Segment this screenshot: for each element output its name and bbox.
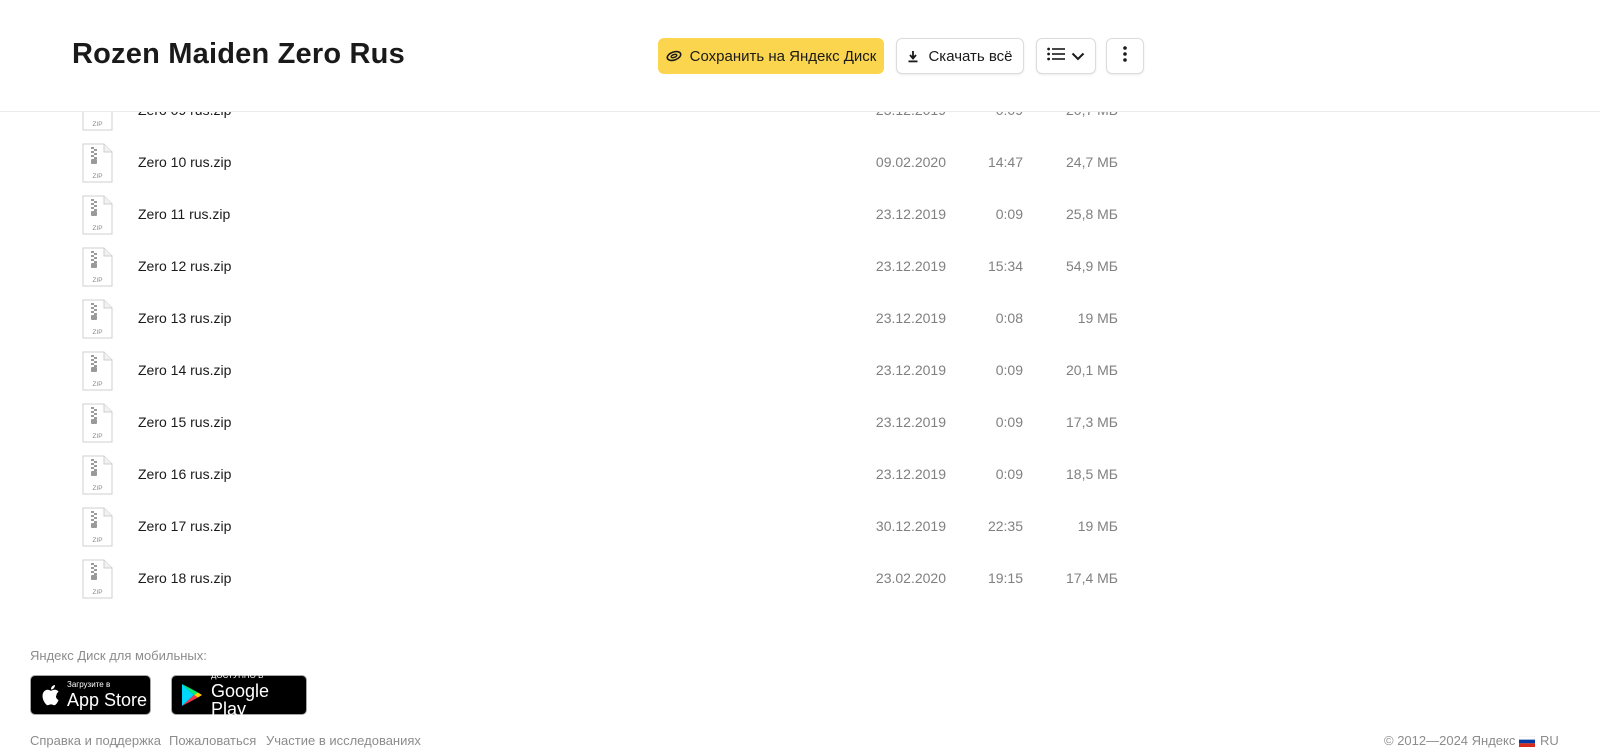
file-row[interactable]: ZIP Zero 16 rus.zip 23.12.2019 0:09 18,5…: [72, 448, 1144, 500]
save-button-label: Сохранить на Яндекс Диск: [689, 47, 877, 65]
zip-file-icon: ZIP: [82, 247, 113, 287]
zip-icon-label: ZIP: [92, 485, 103, 492]
download-button-label: Скачать всё: [928, 47, 1013, 65]
file-date: 23.12.2019: [875, 206, 946, 222]
file-time: 19:15: [987, 570, 1023, 586]
zip-icon-label: ZIP: [92, 225, 103, 232]
file-time: 0:09: [995, 362, 1023, 378]
file-name: Zero 11 rus.zip: [138, 206, 231, 222]
mobile-apps-label: Яндекс Диск для мобильных:: [30, 648, 207, 663]
file-date: 23.12.2019: [875, 310, 946, 326]
download-all-button[interactable]: Скачать всё: [896, 38, 1024, 74]
file-name: Zero 14 rus.zip: [138, 362, 232, 378]
file-date: 30.12.2019: [875, 518, 946, 534]
file-row[interactable]: ZIP Zero 12 rus.zip 23.12.2019 15:34 54,…: [72, 240, 1144, 292]
page-header: Rozen Maiden Zero Rus Сохранить на Яндек…: [0, 0, 1600, 112]
zip-icon-label: ZIP: [92, 329, 103, 336]
file-name: Zero 10 rus.zip: [138, 154, 232, 170]
zip-file-icon: ZIP: [82, 507, 113, 547]
appstore-big-text: App Store: [67, 690, 148, 710]
google-play-logo-icon: [181, 683, 203, 707]
research-link[interactable]: Участие в исследованиях: [266, 733, 421, 748]
file-size: 54,9 МБ: [1066, 258, 1118, 274]
more-vertical-icon: [1123, 46, 1127, 66]
zip-file-icon: ZIP: [82, 195, 113, 235]
view-mode-button[interactable]: [1036, 38, 1096, 74]
file-size: 25,8 МБ: [1066, 206, 1118, 222]
file-time: 0:09: [995, 206, 1023, 222]
zip-file-icon: ZIP: [82, 299, 113, 339]
list-view-icon: [1047, 47, 1065, 65]
zip-icon-label: ZIP: [92, 121, 103, 128]
zip-file-icon: ZIP: [82, 455, 113, 495]
file-size: 19 МБ: [1077, 310, 1118, 326]
zip-file-icon: ZIP: [82, 559, 113, 599]
file-time: 14:47: [987, 154, 1023, 170]
file-date: 23.02.2020: [875, 570, 946, 586]
zip-icon-label: ZIP: [92, 589, 103, 596]
file-name: Zero 13 rus.zip: [138, 310, 232, 326]
file-name: Zero 15 rus.zip: [138, 414, 232, 430]
appstore-small-text: Загрузите в: [67, 680, 111, 689]
zip-file-icon: ZIP: [82, 143, 113, 183]
file-name: Zero 18 rus.zip: [138, 570, 232, 586]
page-title: Rozen Maiden Zero Rus: [72, 38, 405, 70]
file-date: 23.12.2019: [875, 258, 946, 274]
app-store-badge[interactable]: Загрузите в App Store: [30, 675, 151, 715]
download-icon: [907, 50, 919, 63]
google-play-badge[interactable]: ДОСТУПНО В Google Play: [171, 671, 307, 719]
file-list: ZIP Zero 09 rus.zip 23.12.2019 0:09 20,7…: [72, 84, 1144, 604]
file-name: Zero 16 rus.zip: [138, 466, 232, 482]
more-menu-button[interactable]: [1106, 38, 1144, 74]
zip-icon-label: ZIP: [92, 433, 103, 440]
file-size: 17,4 МБ: [1066, 570, 1118, 586]
disk-icon: [666, 50, 682, 62]
file-date: 23.12.2019: [875, 414, 946, 430]
google-big-text: Google Play: [211, 681, 270, 719]
help-support-link[interactable]: Справка и поддержка: [30, 733, 161, 748]
file-row[interactable]: ZIP Zero 15 rus.zip 23.12.2019 0:09 17,3…: [72, 396, 1144, 448]
file-name: Zero 12 rus.zip: [138, 258, 232, 274]
chevron-down-icon: [1071, 48, 1085, 65]
zip-icon-label: ZIP: [92, 173, 103, 180]
file-time: 22:35: [987, 518, 1023, 534]
file-size: 19 МБ: [1077, 518, 1118, 534]
file-date: 23.12.2019: [875, 362, 946, 378]
file-size: 20,1 МБ: [1066, 362, 1118, 378]
report-link[interactable]: Пожаловаться: [169, 733, 256, 748]
russia-flag-icon: [1518, 735, 1536, 747]
language-label: RU: [1540, 733, 1559, 748]
zip-icon-label: ZIP: [92, 537, 103, 544]
save-to-disk-button[interactable]: Сохранить на Яндекс Диск: [658, 38, 884, 74]
zip-file-icon: ZIP: [82, 351, 113, 391]
file-size: 24,7 МБ: [1066, 154, 1118, 170]
zip-icon-label: ZIP: [92, 381, 103, 388]
file-name: Zero 17 rus.zip: [138, 518, 232, 534]
file-time: 15:34: [987, 258, 1023, 274]
copyright: © 2012—2024 Яндекс: [1384, 733, 1516, 748]
google-small-text: ДОСТУПНО В: [211, 671, 264, 680]
file-date: 09.02.2020: [875, 154, 946, 170]
zip-icon-label: ZIP: [92, 277, 103, 284]
file-row[interactable]: ZIP Zero 10 rus.zip 09.02.2020 14:47 24,…: [72, 136, 1144, 188]
file-time: 0:08: [995, 310, 1023, 326]
file-row[interactable]: ZIP Zero 14 rus.zip 23.12.2019 0:09 20,1…: [72, 344, 1144, 396]
file-time: 0:09: [995, 466, 1023, 482]
zip-file-icon: ZIP: [82, 403, 113, 443]
file-time: 0:09: [995, 414, 1023, 430]
file-date: 23.12.2019: [875, 466, 946, 482]
file-row[interactable]: ZIP Zero 11 rus.zip 23.12.2019 0:09 25,8…: [72, 188, 1144, 240]
file-size: 18,5 МБ: [1066, 466, 1118, 482]
apple-logo-icon: [40, 683, 60, 707]
file-row[interactable]: ZIP Zero 13 rus.zip 23.12.2019 0:08 19 М…: [72, 292, 1144, 344]
file-size: 17,3 МБ: [1066, 414, 1118, 430]
file-row[interactable]: ZIP Zero 18 rus.zip 23.02.2020 19:15 17,…: [72, 552, 1144, 604]
file-row[interactable]: ZIP Zero 17 rus.zip 30.12.2019 22:35 19 …: [72, 500, 1144, 552]
language-selector[interactable]: RU: [1518, 733, 1559, 748]
